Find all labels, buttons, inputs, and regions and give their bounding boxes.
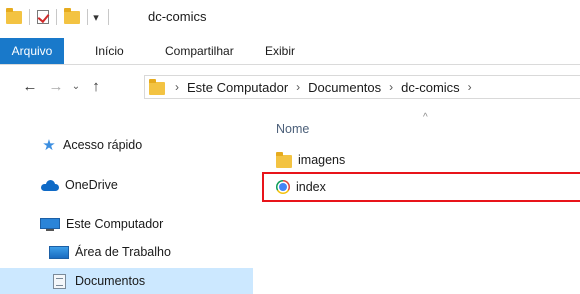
breadcrumb-separator[interactable]: › — [175, 80, 179, 94]
sidebar-item-onedrive[interactable]: OneDrive — [0, 173, 253, 197]
new-folder-icon[interactable] — [64, 7, 80, 24]
sidebar-item-label: Acesso rápido — [63, 138, 143, 152]
tab-arquivo[interactable]: Arquivo — [0, 38, 64, 64]
window-title: dc-comics — [148, 9, 207, 24]
title-bar: ▾ dc-comics — [0, 0, 580, 33]
documents-icon — [53, 273, 66, 289]
breadcrumb-separator[interactable]: › — [389, 80, 393, 94]
sidebar-item-label: Este Computador — [66, 217, 164, 231]
tab-compartilhar[interactable]: Compartilhar — [165, 38, 234, 64]
tab-inicio[interactable]: Início — [95, 38, 124, 64]
customize-toolbar-icon[interactable]: ▾ — [91, 11, 101, 24]
forward-arrow-icon[interactable]: → — [48, 77, 64, 97]
sidebar-item-label: OneDrive — [65, 178, 118, 192]
sidebar-item-label: Área de Trabalho — [75, 245, 171, 259]
navigation-pane: ★ Acesso rápido OneDrive Este Computador… — [0, 115, 253, 294]
folder-icon — [149, 78, 165, 95]
sort-ascending-indicator: ^ — [423, 112, 428, 123]
cloud-icon — [41, 179, 59, 191]
desktop-icon — [49, 245, 69, 259]
chrome-icon — [276, 180, 290, 194]
file-name: index — [296, 180, 326, 194]
star-icon: ★ — [42, 137, 56, 154]
toolbar-divider — [108, 9, 109, 25]
sidebar-item-label: Documentos — [75, 274, 146, 288]
back-arrow-icon[interactable]: ← — [22, 77, 38, 97]
breadcrumb-separator[interactable]: › — [296, 80, 300, 94]
sidebar-item-documentos[interactable]: Documentos — [0, 268, 253, 294]
file-name: imagens — [298, 153, 346, 167]
properties-icon[interactable] — [37, 10, 49, 24]
ribbon-tabs: Arquivo Início Compartilhar Exibir — [0, 38, 580, 65]
sidebar-item-area-de-trabalho[interactable]: Área de Trabalho — [0, 240, 253, 264]
tab-exibir[interactable]: Exibir — [265, 38, 295, 64]
up-arrow-icon[interactable]: ↑ — [88, 77, 104, 97]
breadcrumb-este-computador[interactable]: Este Computador — [187, 80, 288, 95]
navigation-bar: ← → ⌄ ↑ › Este Computador › Documentos ›… — [0, 74, 580, 100]
breadcrumb-dc-comics[interactable]: dc-comics — [401, 80, 460, 95]
folder-icon — [276, 152, 292, 168]
sidebar-item-este-computador[interactable]: Este Computador — [0, 212, 253, 236]
quick-access-toolbar: ▾ — [6, 7, 116, 26]
file-row-index[interactable]: index — [276, 176, 326, 198]
recent-locations-chevron-icon[interactable]: ⌄ — [68, 77, 84, 97]
breadcrumb-documentos[interactable]: Documentos — [308, 80, 381, 95]
breadcrumb-separator[interactable]: › — [468, 80, 472, 94]
column-header-nome[interactable]: Nome — [276, 122, 309, 136]
toolbar-divider — [87, 9, 88, 25]
toolbar-divider — [56, 9, 57, 25]
file-list: ^ Nome imagens index — [253, 100, 580, 294]
folder-icon[interactable] — [6, 7, 22, 24]
file-row-imagens[interactable]: imagens — [276, 149, 345, 171]
sidebar-item-acesso-rapido[interactable]: ★ Acesso rápido — [0, 133, 253, 157]
toolbar-divider — [29, 9, 30, 25]
address-bar[interactable]: › Este Computador › Documentos › dc-comi… — [144, 75, 580, 99]
computer-icon — [40, 217, 60, 231]
